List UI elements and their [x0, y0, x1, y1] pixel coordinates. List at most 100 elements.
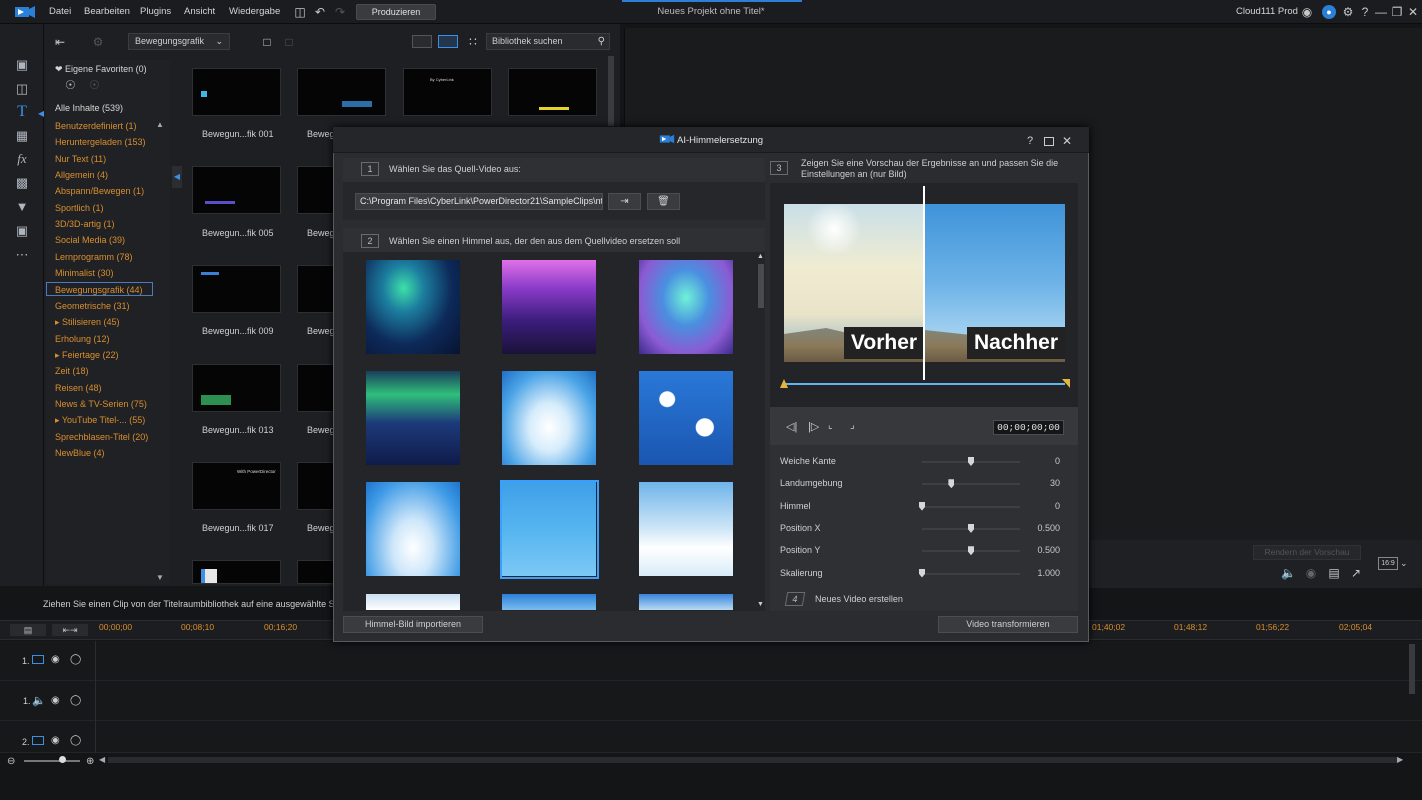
audio-track-1[interactable] — [0, 681, 1422, 721]
scroll-down-icon[interactable]: ▼ — [156, 573, 164, 582]
category-item[interactable]: Minimalist (30) — [55, 268, 114, 278]
volume-icon[interactable]: 🔈 — [1281, 566, 1296, 580]
category-item[interactable]: Erholung (12) — [55, 334, 110, 344]
category-item[interactable]: Zeit (18) — [55, 366, 89, 376]
title-thumbnail[interactable] — [192, 166, 281, 214]
category-item[interactable]: Reisen (48) — [55, 383, 102, 393]
source-video-path[interactable]: C:\Program Files\CyberLink\PowerDirector… — [355, 193, 603, 210]
video-track-1[interactable] — [0, 641, 1422, 681]
sky-aurora-4[interactable] — [366, 371, 460, 465]
sky-aurora-3[interactable] — [639, 260, 733, 354]
sky-clouds-7[interactable] — [639, 594, 733, 610]
category-item[interactable]: Nur Text (11) — [55, 154, 106, 164]
effect-room-icon[interactable]: ◫ — [10, 80, 34, 98]
menu-bearbeiten[interactable]: Bearbeiten — [84, 6, 130, 17]
redo-icon[interactable]: ↷ — [333, 5, 347, 19]
powerdirector-logo[interactable] — [14, 5, 36, 19]
collapse-tree-button[interactable]: ◀ — [172, 166, 182, 188]
category-item[interactable]: Abspann/Bewegen (1) — [55, 186, 144, 196]
edit-title-icon[interactable]: □ — [282, 35, 296, 49]
menu-datei[interactable]: Datei — [49, 6, 71, 17]
scroll-right-icon[interactable]: ▶ — [1397, 755, 1403, 764]
category-item[interactable]: Lernprogramm (78) — [55, 252, 133, 262]
media-room-icon[interactable]: ▣ — [10, 56, 34, 74]
title-thumbnail[interactable] — [192, 68, 281, 116]
split-divider[interactable] — [923, 186, 925, 380]
settings-icon[interactable]: ⚙ — [1341, 5, 1355, 19]
category-item[interactable]: ▸ YouTube Titel-... (55) — [55, 415, 145, 426]
slider-track[interactable] — [922, 572, 1020, 575]
visibility-icon[interactable]: ◉ — [51, 695, 60, 706]
sky-aurora-1[interactable] — [366, 260, 460, 354]
title-thumbnail[interactable] — [508, 68, 597, 116]
previous-frame-icon[interactable]: ◁| — [786, 420, 797, 433]
mark-in-icon[interactable]: ⌞ — [828, 420, 833, 431]
undock-icon[interactable]: ↗ — [1349, 566, 1363, 580]
notification-icon[interactable]: ● — [1322, 5, 1336, 19]
more-icon[interactable]: ⋯ — [10, 246, 34, 264]
library-search-input[interactable]: Bibliothek suchen ⚲ — [486, 33, 610, 50]
save-icon[interactable]: ◫ — [293, 5, 307, 19]
title-thumbnail[interactable]: By CyberLink — [403, 68, 492, 116]
zoom-slider-thumb[interactable] — [59, 756, 66, 763]
video-track-2[interactable] — [0, 721, 1422, 753]
category-item[interactable]: Sportlich (1) — [55, 203, 104, 213]
slider-track[interactable] — [922, 505, 1020, 508]
preview-scrubber[interactable] — [784, 383, 1065, 385]
menu-plugins[interactable]: Plugins — [140, 6, 171, 17]
grid-view-icon[interactable] — [438, 35, 458, 48]
gallery-scroll-up-icon[interactable]: ▲ — [757, 253, 764, 260]
sky-clouds-3[interactable] — [366, 482, 460, 576]
fit-timeline-icon[interactable]: ⇤⇥ — [52, 624, 88, 636]
transition-room-icon[interactable]: ▦ — [10, 127, 34, 145]
category-item[interactable]: News & TV-Serien (75) — [55, 399, 147, 409]
menu-ansicht[interactable]: Ansicht — [184, 6, 215, 17]
sky-aurora-2[interactable] — [502, 260, 596, 354]
search-icon[interactable]: ⚲ — [598, 34, 605, 49]
dialog-titlebar[interactable]: AI-Himmelersetzung — [333, 127, 1089, 153]
next-frame-icon[interactable]: |▷ — [808, 420, 819, 433]
category-item[interactable]: Social Media (39) — [55, 235, 125, 245]
category-item[interactable]: ▸ Stilisieren (45) — [55, 317, 120, 328]
mark-out-icon[interactable]: ⌟ — [850, 420, 855, 431]
title-room-icon[interactable]: T — [10, 103, 34, 121]
favorites-label[interactable]: ❤ Eigene Favoriten (0) — [55, 64, 147, 75]
lock-icon[interactable]: ◯ — [70, 735, 81, 746]
all-content[interactable]: Alle Inhalte (539) — [55, 103, 123, 113]
aspect-ratio-select[interactable]: 16:9 — [1378, 557, 1398, 570]
lock-icon[interactable]: ◯ — [70, 654, 81, 665]
produce-button[interactable]: Produzieren — [356, 4, 436, 20]
title-thumbnail[interactable] — [192, 560, 281, 584]
zoom-in-icon[interactable]: ⊕ — [86, 756, 94, 767]
category-item[interactable]: Heruntergeladen (153) — [55, 137, 146, 147]
sky-clouds-4[interactable] — [639, 482, 733, 576]
category-item[interactable]: Benutzerdefiniert (1) — [55, 121, 137, 131]
visibility-icon[interactable]: ◉ — [51, 735, 60, 746]
fx-room-icon[interactable]: fx — [10, 150, 34, 168]
scroll-left-icon[interactable]: ◀ — [99, 755, 105, 764]
category-item[interactable]: Allgemein (4) — [55, 170, 108, 180]
delete-video-button[interactable]: 🗑 — [647, 193, 680, 210]
minimize-icon[interactable]: — — [1374, 5, 1388, 19]
browse-video-button[interactable]: ⇥ — [608, 193, 641, 210]
title-thumbnail[interactable]: With PowerDirector — [192, 462, 281, 510]
title-thumbnail[interactable] — [192, 265, 281, 313]
category-item[interactable]: Geometrische (31) — [55, 301, 130, 311]
track-manager-icon[interactable]: ▤ — [10, 624, 46, 636]
restore-icon[interactable]: ❐ — [1390, 5, 1404, 19]
timeline-vscroll[interactable] — [1409, 644, 1415, 694]
gallery-scroll-down-icon[interactable]: ▼ — [757, 601, 764, 608]
scroll-up-icon[interactable]: ▲ — [156, 120, 164, 129]
title-thumbnail[interactable] — [297, 68, 386, 116]
add-title-icon[interactable]: □ — [260, 35, 274, 49]
zoom-out-icon[interactable]: ⊖ — [7, 756, 15, 767]
tag-remove-icon[interactable]: ☉ — [89, 78, 100, 92]
sky-clouds-5[interactable] — [366, 594, 460, 610]
help-icon[interactable]: ? — [1358, 5, 1372, 19]
category-item[interactable]: Bewegungsgrafik (44) — [55, 285, 143, 295]
title-thumbnail[interactable] — [192, 364, 281, 412]
category-item[interactable]: NewBlue (4) — [55, 448, 105, 458]
timeline-hscroll[interactable] — [108, 757, 1398, 763]
dialog-maximize-icon[interactable] — [1044, 137, 1054, 146]
library-scrollbar[interactable] — [608, 56, 614, 126]
